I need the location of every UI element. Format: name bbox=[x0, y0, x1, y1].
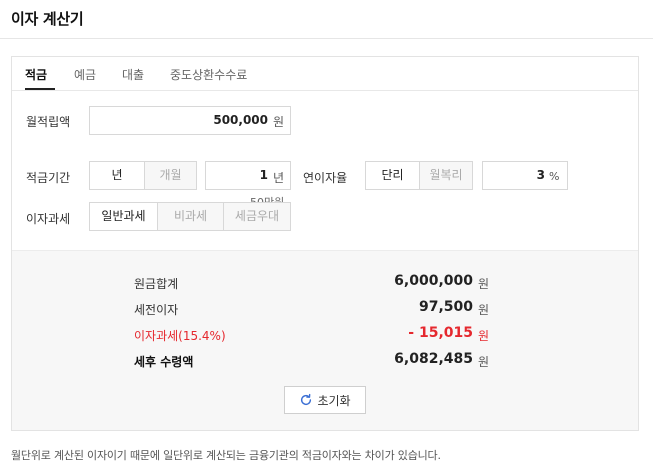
interest-option-monthly-compound[interactable]: 월복리 bbox=[419, 162, 472, 189]
tax-option-preferential[interactable]: 세금우대 bbox=[223, 203, 290, 230]
period-unit-toggle: 년 개월 bbox=[89, 161, 197, 190]
monthly-amount-label: 월적립액 bbox=[26, 115, 71, 129]
principal-total-unit: 원 bbox=[478, 277, 490, 291]
footnote: 월단위로 계산된 이자이기 때문에 일단위로 계산되는 금융기관의 적금이자와는… bbox=[11, 449, 441, 462]
interest-option-simple[interactable]: 단리 bbox=[366, 162, 419, 189]
tab-savings[interactable]: 적금 bbox=[25, 66, 47, 83]
monthly-amount-unit: 원 bbox=[273, 115, 285, 129]
tab-loan[interactable]: 대출 bbox=[122, 66, 144, 83]
period-label: 적금기간 bbox=[26, 171, 71, 185]
principal-total-label: 원금합계 bbox=[134, 277, 179, 291]
period-option-month[interactable]: 개월 bbox=[144, 162, 196, 189]
period-unit: 년 bbox=[273, 171, 285, 185]
interest-type-toggle: 단리 월복리 bbox=[365, 161, 473, 190]
interest-tax-unit: 원 bbox=[478, 329, 490, 343]
rate-label: 연이자율 bbox=[303, 171, 348, 185]
title-divider bbox=[0, 38, 653, 39]
monthly-amount-input[interactable]: 500,000 bbox=[89, 106, 291, 135]
tax-label: 이자과세 bbox=[26, 212, 71, 226]
pre-tax-interest-label: 세전이자 bbox=[134, 303, 179, 317]
period-option-year[interactable]: 년 bbox=[90, 162, 144, 189]
net-amount-label: 세후 수령액 bbox=[134, 355, 194, 369]
refresh-icon bbox=[301, 393, 312, 406]
page-title: 이자 계산기 bbox=[11, 10, 84, 28]
calculator-card: 적금 예금 대출 중도상환수수료 월적립액 500,000 원 50만원 적금기… bbox=[11, 56, 639, 431]
active-tab-indicator bbox=[25, 88, 55, 90]
net-amount-unit: 원 bbox=[478, 355, 490, 369]
tab-prepayment-fee[interactable]: 중도상환수수료 bbox=[170, 66, 247, 83]
tax-option-tax-free[interactable]: 비과세 bbox=[157, 203, 223, 230]
pre-tax-interest-value: 97,500 bbox=[418, 299, 473, 315]
reset-button-label: 초기화 bbox=[317, 393, 351, 408]
interest-tax-label: 이자과세(15.4%) bbox=[134, 329, 226, 343]
tab-bar: 적금 예금 대출 중도상환수수료 bbox=[12, 57, 638, 91]
rate-unit: % bbox=[549, 170, 560, 183]
tax-option-general[interactable]: 일반과세 bbox=[90, 203, 157, 230]
principal-total-value: 6,000,000 bbox=[394, 273, 473, 289]
tab-deposit[interactable]: 예금 bbox=[74, 66, 96, 83]
reset-button[interactable]: 초기화 bbox=[284, 386, 366, 414]
net-amount-value: 6,082,485 bbox=[394, 351, 473, 367]
interest-tax-value: - 15,015 bbox=[408, 325, 473, 341]
pre-tax-interest-unit: 원 bbox=[478, 303, 490, 317]
tax-type-toggle: 일반과세 비과세 세금우대 bbox=[89, 202, 291, 231]
